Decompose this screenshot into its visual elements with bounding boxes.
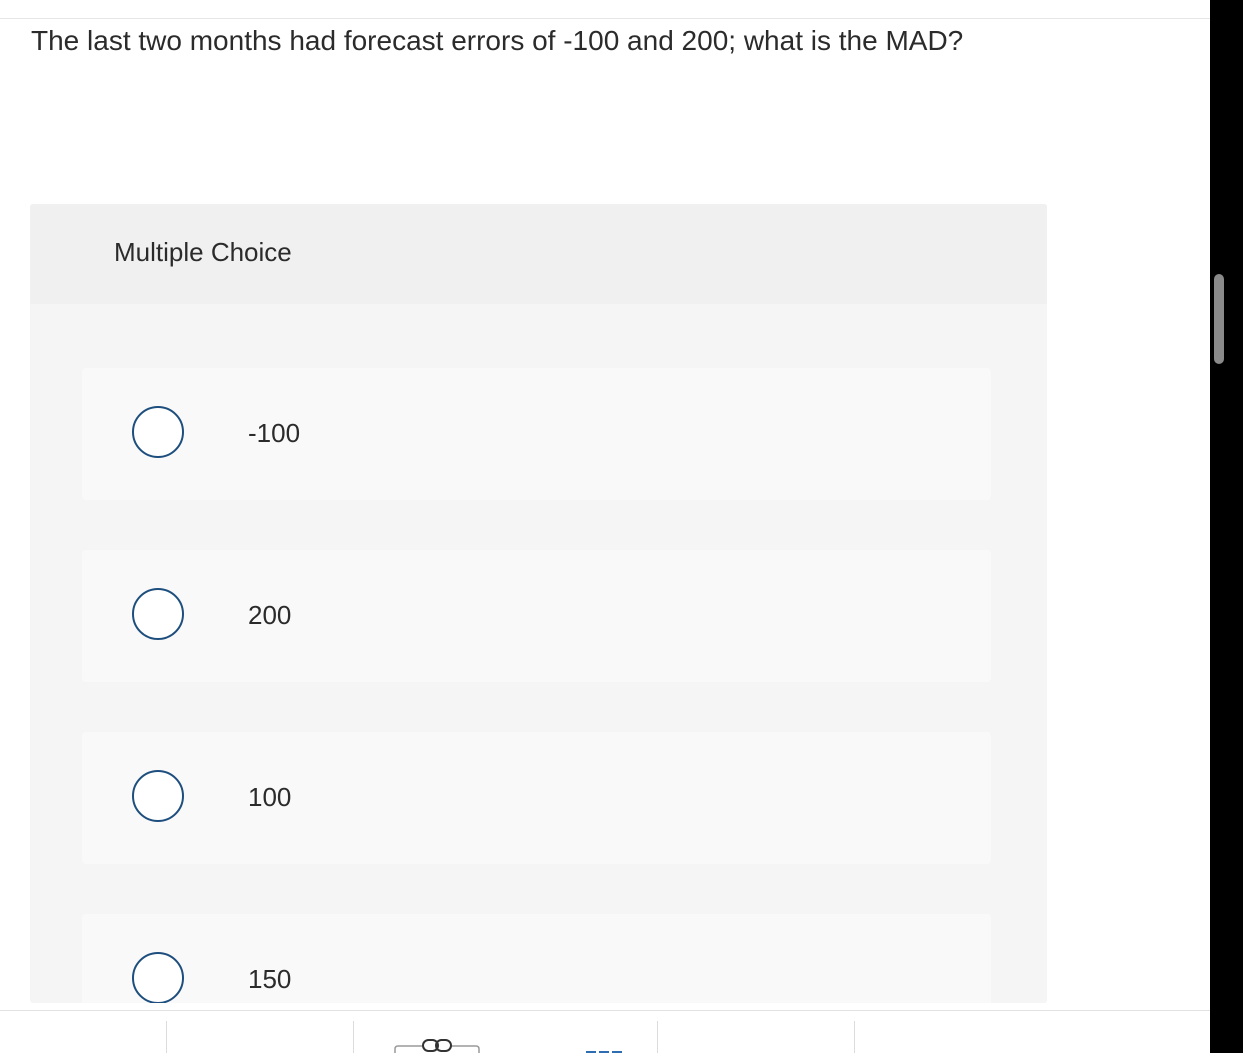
choice-option-3[interactable]: 100 xyxy=(82,732,991,864)
bottom-toolbar xyxy=(0,1010,1210,1053)
toolbar-separator xyxy=(657,1021,658,1053)
radio-button[interactable] xyxy=(132,588,184,640)
radio-button[interactable] xyxy=(132,406,184,458)
question-text: The last two months had forecast errors … xyxy=(31,25,964,56)
choice-option-1[interactable]: -100 xyxy=(82,368,991,500)
choice-option-4[interactable]: 150 xyxy=(82,914,991,1003)
choice-option-2[interactable]: 200 xyxy=(82,550,991,682)
radio-button[interactable] xyxy=(132,770,184,822)
multiple-choice-panel: Multiple Choice -100 200 100 150 xyxy=(30,204,1047,1003)
toolbar-separator xyxy=(854,1021,855,1053)
multiple-choice-header: Multiple Choice xyxy=(30,204,1047,304)
dash-icon[interactable] xyxy=(586,1049,624,1053)
choice-option-label: 150 xyxy=(248,964,292,994)
radio-button[interactable] xyxy=(132,952,184,1003)
choice-option-label: 100 xyxy=(248,782,292,812)
scrollbar-thumb[interactable] xyxy=(1214,274,1224,364)
link-icon[interactable] xyxy=(394,1035,480,1053)
question-viewport: The last two months had forecast errors … xyxy=(0,0,1210,1053)
multiple-choice-label: Multiple Choice xyxy=(114,237,292,267)
choice-option-label: 200 xyxy=(248,600,292,630)
toolbar-separator xyxy=(166,1021,167,1053)
choice-option-label: -100 xyxy=(248,418,301,448)
toolbar-separator xyxy=(353,1021,354,1053)
top-divider xyxy=(0,18,1210,19)
scrollbar-track[interactable] xyxy=(1210,0,1243,1053)
